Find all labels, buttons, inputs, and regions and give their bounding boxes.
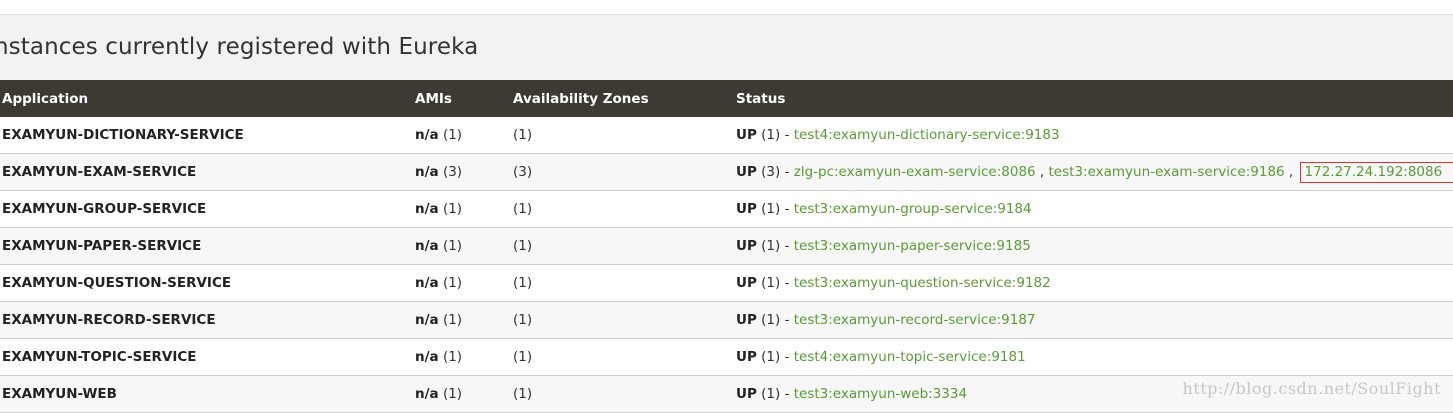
highlight-box: 172.27.24.192:8086 (1299, 161, 1453, 183)
status-cell: UP (1) - test3:examyun-question-service:… (734, 264, 1453, 302)
application-name: EXAMYUN-TOPIC-SERVICE (0, 338, 413, 376)
availability-zones-cell: (1) (511, 264, 734, 302)
ami-count: (1) (438, 127, 463, 143)
application-name: EXAMYUN-RECORD-SERVICE (0, 301, 413, 339)
header-application: Application (0, 80, 413, 117)
status-count: (1) - (756, 238, 794, 254)
instance-link[interactable]: 172.27.24.192:8086 (1305, 164, 1443, 180)
top-nav-strip (0, 0, 1453, 15)
amis-cell: n/a (1) (413, 301, 511, 339)
availability-zones-cell: (1) (511, 190, 734, 228)
instance-link[interactable]: test3:examyun-web:3334 (794, 386, 967, 402)
status-count: (1) - (756, 127, 794, 143)
amis-cell: n/a (1) (413, 264, 511, 302)
status-count: (1) - (756, 201, 794, 217)
ami-value: n/a (415, 312, 439, 328)
status-up-label: UP (736, 386, 757, 402)
instance-separator: , (1035, 163, 1049, 180)
status-cell: UP (1) - test3:examyun-record-service:91… (734, 301, 1453, 339)
status-up-label: UP (736, 163, 757, 180)
amis-cell: n/a (3) (413, 153, 511, 191)
ami-count: (1) (438, 312, 463, 328)
ami-value: n/a (415, 386, 439, 402)
ami-count: (1) (438, 238, 463, 254)
amis-cell: n/a (1) (413, 117, 511, 154)
header-amis: AMIs (413, 80, 511, 117)
ami-count: (3) (438, 164, 463, 180)
application-name: EXAMYUN-EXAM-SERVICE (0, 153, 413, 191)
availability-zones-cell: (3) (511, 153, 734, 191)
section-title: nstances currently registered with Eurek… (0, 34, 479, 60)
instance-link[interactable]: test4:examyun-topic-service:9181 (794, 349, 1026, 365)
table-row: EXAMYUN-EXAM-SERVICE n/a (3) (3) UP (3) - z… (0, 153, 1453, 191)
table-row: EXAMYUN-TOPIC-SERVICE n/a (1) (1) UP (1) - … (0, 338, 1453, 376)
application-name: EXAMYUN-WEB (0, 375, 413, 413)
ami-count: (1) (438, 386, 463, 402)
ami-value: n/a (415, 349, 439, 365)
table-header-row: Application AMIs Availability Zones Stat… (0, 80, 1453, 117)
status-up-label: UP (736, 275, 757, 291)
header-status: Status (734, 80, 1453, 117)
instances-table: Application AMIs Availability Zones Stat… (0, 80, 1453, 413)
status-count: (1) - (756, 275, 794, 291)
ami-count: (1) (438, 349, 463, 365)
availability-zones-cell: (1) (511, 301, 734, 339)
status-count: (1) - (756, 349, 794, 365)
table-row: EXAMYUN-RECORD-SERVICE n/a (1) (1) UP (1) -… (0, 301, 1453, 339)
amis-cell: n/a (1) (413, 190, 511, 228)
amis-cell: n/a (1) (413, 375, 511, 413)
ami-value: n/a (415, 275, 439, 291)
instance-link[interactable]: test3:examyun-exam-service:9186 (1049, 164, 1285, 180)
application-name: EXAMYUN-GROUP-SERVICE (0, 190, 413, 228)
status-up-label: UP (736, 238, 757, 254)
table-row: EXAMYUN-QUESTION-SERVICE n/a (1) (1) UP (1)… (0, 264, 1453, 302)
status-cell: UP (1) - test3:examyun-group-service:918… (734, 190, 1453, 228)
amis-cell: n/a (1) (413, 338, 511, 376)
instance-link[interactable]: zlg-pc:examyun-exam-service:8086 (794, 164, 1036, 180)
availability-zones-cell: (1) (511, 117, 734, 154)
availability-zones-cell: (1) (511, 227, 734, 265)
status-cell: UP (1) - test4:examyun-topic-service:918… (734, 338, 1453, 376)
ami-value: n/a (415, 164, 439, 180)
status-cell: UP (3) - zlg-pc:examyun-exam-service:808… (734, 153, 1453, 191)
status-count: (3) - (756, 163, 794, 180)
instance-link[interactable]: test3:examyun-group-service:9184 (794, 201, 1032, 217)
table-row: EXAMYUN-PAPER-SERVICE n/a (1) (1) UP (1) - … (0, 227, 1453, 265)
table-row: EXAMYUN-GROUP-SERVICE n/a (1) (1) UP (1) - … (0, 190, 1453, 228)
ami-value: n/a (415, 127, 439, 143)
status-up-label: UP (736, 312, 757, 328)
application-name: EXAMYUN-DICTIONARY-SERVICE (0, 117, 413, 154)
instances-table-body: EXAMYUN-DICTIONARY-SERVICE n/a (1) (1) UP (… (0, 117, 1453, 413)
application-name: EXAMYUN-PAPER-SERVICE (0, 227, 413, 265)
status-cell: UP (1) - test3:examyun-paper-service:918… (734, 227, 1453, 265)
instance-separator: , (1284, 163, 1298, 180)
application-name: EXAMYUN-QUESTION-SERVICE (0, 264, 413, 302)
availability-zones-cell: (1) (511, 338, 734, 376)
header-availability-zones: Availability Zones (511, 80, 734, 117)
instance-link[interactable]: test4:examyun-dictionary-service:9183 (794, 127, 1060, 143)
instance-link[interactable]: test3:examyun-question-service:9182 (794, 275, 1051, 291)
status-up-label: UP (736, 201, 757, 217)
amis-cell: n/a (1) (413, 227, 511, 265)
ami-count: (1) (438, 201, 463, 217)
instance-link[interactable]: test3:examyun-record-service:9187 (794, 312, 1036, 328)
ami-count: (1) (438, 275, 463, 291)
watermark: http://blog.csdn.net/SoulFight (1182, 379, 1441, 398)
ami-value: n/a (415, 238, 439, 254)
table-row: EXAMYUN-DICTIONARY-SERVICE n/a (1) (1) UP (… (0, 117, 1453, 154)
instance-link[interactable]: test3:examyun-paper-service:9185 (794, 238, 1031, 254)
status-cell: UP (1) - test4:examyun-dictionary-servic… (734, 117, 1453, 154)
status-up-label: UP (736, 349, 757, 365)
status-up-label: UP (736, 127, 757, 143)
status-count: (1) - (756, 312, 794, 328)
status-count: (1) - (756, 386, 794, 402)
ami-value: n/a (415, 201, 439, 217)
availability-zones-cell: (1) (511, 375, 734, 413)
